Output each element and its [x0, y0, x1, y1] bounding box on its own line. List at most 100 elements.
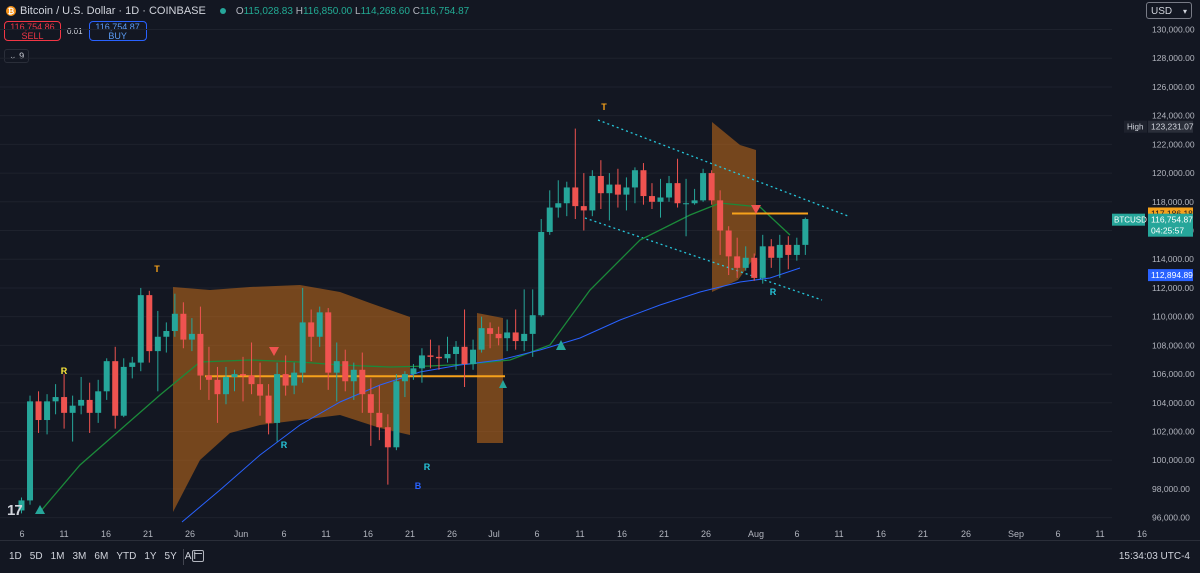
candle-body	[52, 397, 59, 402]
candle-body	[563, 187, 570, 204]
time-tick-label: Aug	[748, 529, 764, 539]
candle-body	[240, 374, 247, 376]
candle-body	[69, 405, 76, 413]
price-tick-label: 96,000.00	[1152, 513, 1190, 523]
range-1d[interactable]: 1D	[9, 551, 22, 562]
price-tick-label: 126,000.00	[1152, 82, 1195, 92]
signal-label: R	[424, 462, 431, 472]
time-tick-label: 6	[19, 529, 24, 539]
candle-body	[274, 374, 281, 423]
candle-body	[222, 376, 229, 395]
candle-body	[776, 244, 783, 258]
time-tick-label: 21	[918, 529, 928, 539]
candle-body	[427, 355, 434, 357]
range-5y[interactable]: 5Y	[165, 551, 177, 562]
time-tick-label: 16	[1137, 529, 1147, 539]
candle-body	[180, 313, 187, 340]
candle-body	[657, 197, 664, 202]
range-ytd[interactable]: YTD	[116, 551, 136, 562]
tradingview-logo: 17	[7, 502, 23, 519]
signal-label: R	[770, 287, 777, 297]
range-1m[interactable]: 1M	[51, 551, 65, 562]
candle-body	[120, 366, 127, 416]
last-price-value: 116,754.87	[1151, 215, 1193, 225]
price-tick-label: 118,000.00	[1152, 197, 1194, 207]
candle-body	[623, 187, 630, 195]
candle-body	[78, 399, 85, 406]
candle-body	[546, 207, 553, 232]
time-tick-label: 21	[405, 529, 415, 539]
high-value: 123,231.07	[1151, 122, 1194, 132]
candle-body	[589, 175, 596, 211]
candle-body	[350, 369, 357, 382]
price-chart[interactable]: TRRBRRT 130,000.00128,000.00126,000.0012…	[0, 0, 1200, 540]
candle-body	[435, 356, 442, 359]
price-tick-label: 130,000.00	[1152, 25, 1195, 35]
price-tick-label: 98,000.00	[1152, 484, 1190, 494]
price-tick-label: 122,000.00	[1152, 139, 1195, 149]
grid-lines	[0, 29, 1112, 519]
candle-body	[393, 381, 400, 448]
candle-body	[580, 206, 587, 211]
candle-body	[154, 336, 161, 352]
range-3m[interactable]: 3M	[73, 551, 87, 562]
candle-body	[444, 353, 451, 359]
price-tick-label: 108,000.00	[1152, 340, 1195, 350]
clock-readout[interactable]: 15:34:03 UTC-4	[1119, 551, 1190, 562]
time-tick-label: 6	[1055, 529, 1060, 539]
candle-body	[512, 332, 519, 342]
candle-body	[802, 219, 809, 245]
candle-body	[188, 333, 195, 340]
symbol-badge-text: BTCUSD	[1114, 216, 1147, 225]
signal-label: R	[281, 440, 288, 450]
time-tick-label: 26	[701, 529, 711, 539]
candle-body	[342, 361, 349, 382]
candle-body	[35, 401, 42, 421]
range-5d[interactable]: 5D	[30, 551, 43, 562]
time-tick-label: 26	[961, 529, 971, 539]
candle-body	[725, 230, 732, 257]
candle-body	[555, 203, 562, 208]
candle-body	[742, 257, 749, 268]
range-6m[interactable]: 6M	[94, 551, 108, 562]
candle-body	[495, 333, 502, 339]
candle-body	[700, 173, 707, 201]
candle-body	[86, 399, 93, 413]
candle-body	[640, 170, 647, 197]
candle-body	[487, 328, 494, 334]
time-tick-label: 6	[534, 529, 539, 539]
candle-body	[257, 384, 264, 396]
candle-body	[205, 375, 212, 380]
candle-body	[453, 346, 460, 354]
price-tick-label: 102,000.00	[1152, 427, 1195, 437]
time-tick-label: 21	[659, 529, 669, 539]
candle-body	[597, 175, 604, 194]
candle-body	[308, 322, 315, 337]
candle-body	[129, 362, 136, 367]
candle-body	[793, 244, 800, 255]
price-tick-label: 106,000.00	[1152, 369, 1195, 379]
candle-body	[691, 200, 698, 204]
time-tick-label: Sep	[1008, 529, 1024, 539]
candle-body	[606, 184, 613, 194]
candle-body	[231, 374, 238, 377]
time-tick-label: 16	[876, 529, 886, 539]
candle-body	[325, 312, 332, 373]
candle-body	[291, 372, 298, 386]
candle-body	[717, 200, 724, 231]
price-tick-label: 128,000.00	[1152, 53, 1195, 63]
candle-body	[614, 184, 621, 195]
candle-body	[95, 391, 102, 413]
candle-body	[418, 355, 425, 369]
time-tick-label: 6	[794, 529, 799, 539]
candle-body	[248, 375, 255, 385]
time-axis[interactable]: 6 11 16 21 26 Jun 6 11 16 21 26 Jul 6 11 16 21 26 Aug 6 11 1…	[19, 529, 1147, 539]
candle-body	[410, 368, 417, 375]
candle-body	[631, 170, 638, 188]
time-tick-label: 6	[281, 529, 286, 539]
candle-series	[18, 128, 809, 514]
time-tick-label: 26	[447, 529, 457, 539]
calendar-icon[interactable]	[192, 550, 204, 562]
range-1y[interactable]: 1Y	[144, 551, 156, 562]
candle-body	[27, 401, 34, 501]
